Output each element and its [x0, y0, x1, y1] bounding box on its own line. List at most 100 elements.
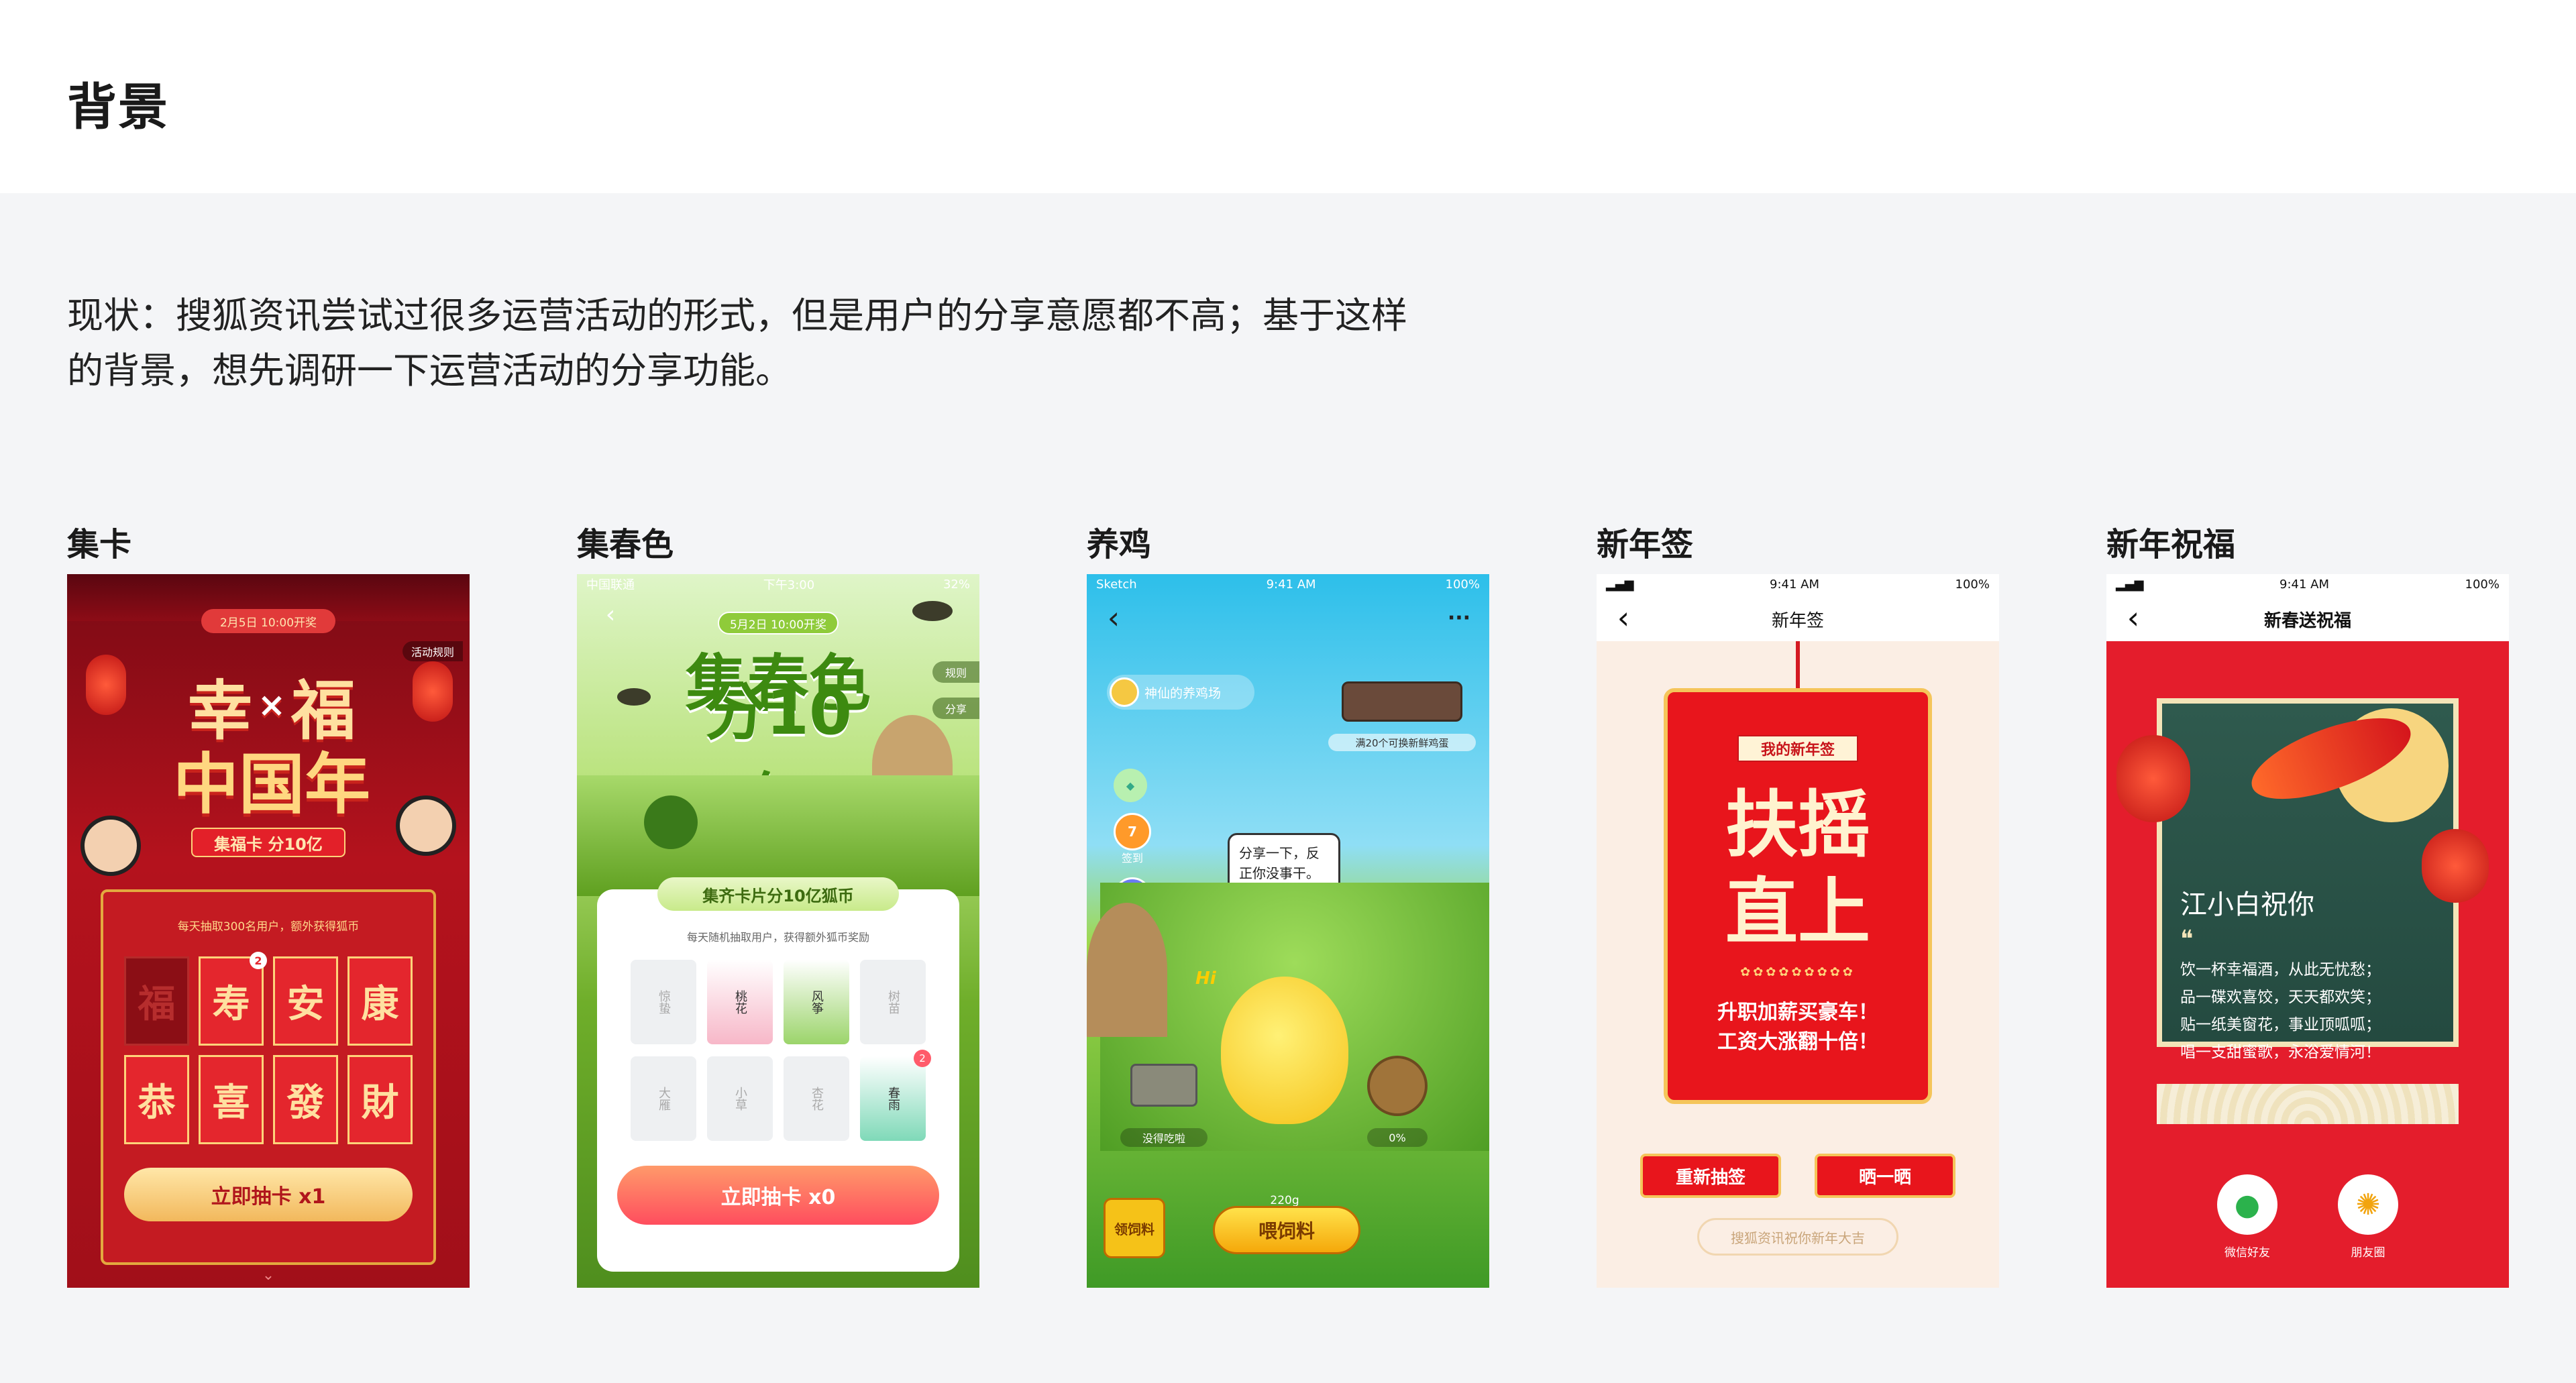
carrier: 中国联通 [586, 578, 635, 592]
card-grid: 福 寿 2 安 康 恭 喜 發 財 [124, 952, 413, 1144]
card-slot[interactable]: 恭 [124, 1055, 189, 1144]
greeting-title: 江小白祝你 [2180, 889, 2314, 920]
card-slot[interactable]: 大雁 [631, 1056, 696, 1141]
swallow-icon [912, 601, 953, 621]
nav-title: 新春送祝福 [2263, 610, 2351, 631]
lantern-left-icon [86, 655, 126, 715]
card-slot[interactable]: 福 [124, 956, 189, 1046]
signin-label: 签到 [1121, 852, 1143, 865]
card-slot[interactable]: 發 [273, 1055, 338, 1144]
card-slot[interactable]: 財 [347, 1055, 413, 1144]
card-slot[interactable]: 小草 [707, 1056, 773, 1141]
description-line-2: 的背景，想先调研一下运营活动的分享功能。 [67, 349, 792, 392]
card-slot[interactable]: 树苗 [860, 960, 926, 1044]
fortune-line-2: 直上 [1725, 870, 1870, 954]
card-slot[interactable]: 康 [347, 956, 413, 1046]
lantern-left-icon [2116, 735, 2190, 822]
redraw-button[interactable]: 重新抽签 [1640, 1154, 1781, 1198]
poem-line: 贴一纸美窗花，事业顶呱呱； [2180, 1016, 2381, 1034]
rules-button[interactable]: 规则 [932, 661, 979, 683]
title-sub: 中国年 [172, 746, 370, 823]
chicken-icon[interactable] [1221, 977, 1348, 1124]
column-label-xinniangqian: 新年签 [1597, 526, 1694, 563]
signal-icon: ▂▄▆ [2116, 577, 2144, 592]
feed-bowl-icon[interactable] [1130, 1064, 1197, 1107]
back-icon[interactable]: ‹ [597, 601, 624, 628]
draw-card-button[interactable]: 立即抽卡 x1 [124, 1168, 413, 1221]
swallow-icon [617, 688, 651, 706]
poem-line: 唱一支甜蜜歌，永浴爱情河！ [2180, 1044, 2381, 1061]
card-slot[interactable]: 寿 2 [199, 952, 267, 1046]
hanging-string [1796, 641, 1800, 695]
card-slot[interactable]: 春雨 2 [860, 1050, 931, 1141]
card-badge: 2 [914, 1050, 931, 1067]
card-slot[interactable]: 喜 [199, 1055, 264, 1144]
egg-tray-label: 满20个可换新鲜鸡蛋 [1328, 734, 1476, 751]
moments-icon[interactable]: ✺ [2338, 1174, 2398, 1235]
battery: 32% [943, 577, 970, 592]
description: 现状：搜狐资讯尝试过很多运营活动的形式，但是用户的分享意愿都不高；基于这样 的背… [67, 288, 1543, 398]
fortune-tag: 我的新年签 [1737, 735, 1858, 762]
farm-name: 神仙的养鸡场 [1144, 685, 1222, 701]
share-moments-label: 朋友圈 [2351, 1246, 2385, 1260]
hut-icon [1087, 903, 1167, 1037]
back-icon[interactable]: ‹ [1610, 600, 1637, 636]
signin-icon[interactable]: 7 [1114, 813, 1151, 850]
date-tag: 2月5日 10:00开奖 [201, 609, 335, 633]
poem: 饮一杯幸福酒，从此无忧愁； 品一碟欢喜饺，天天都欢笑； 贴一纸美窗花，事业顶呱呱… [2180, 956, 2449, 1066]
fortune-desc-2: 工资大涨翻十倍！ [1717, 1030, 1878, 1054]
lantern-right-icon [2422, 829, 2489, 903]
card-text: 寿 [212, 983, 250, 1026]
notice: 每天抽取300名用户，额外获得狐币 [177, 920, 360, 934]
card-slot[interactable]: 杏花 [784, 1056, 849, 1141]
hi-label: Hi [1195, 969, 1216, 989]
status-time: 9:41 AM [1770, 577, 1820, 592]
more-icon[interactable]: ··· [1442, 604, 1476, 631]
cloud-pattern [2157, 1084, 2459, 1124]
food-label: 没得吃啦 [1120, 1128, 1208, 1147]
status-time: 下午3:00 [763, 578, 815, 592]
farm-name-pill[interactable]: 神仙的养鸡场 [1107, 675, 1254, 710]
nest-icon[interactable] [1367, 1056, 1428, 1116]
quote-icon: ❝ [2180, 926, 2194, 953]
card-slot[interactable]: 惊蛰 [631, 960, 696, 1044]
phone-jika: 2月5日 10:00开奖 活动规则 幸 × 福 中国年 集福卡 分10亿 每天抽… [67, 574, 470, 1288]
status-time: 9:41 AM [2279, 577, 2330, 592]
column-label-jichunse: 集春色 [577, 526, 674, 563]
nav-title: 新年签 [1771, 610, 1824, 631]
page-title: 背景 [67, 78, 169, 136]
egg-percent: 0% [1367, 1128, 1428, 1147]
diamond-icon[interactable]: ◆ [1114, 769, 1147, 802]
card-slot[interactable]: 风筝 [784, 960, 849, 1044]
fortune-desc-1: 升职加薪买豪车！ [1717, 1001, 1878, 1024]
column-label-xinnianzhufu: 新年祝福 [2106, 526, 2236, 563]
card-slot[interactable]: 安 [273, 956, 338, 1046]
footer-text: 搜狐资讯祝你新年大吉 [1697, 1218, 1898, 1256]
get-feed-button[interactable]: 领饲料 [1104, 1198, 1165, 1258]
battery: 100% [2465, 577, 2500, 592]
egg-tray-icon[interactable] [1342, 681, 1462, 722]
share-button[interactable]: 分享 [932, 698, 979, 719]
kid-left-icon [80, 816, 141, 876]
back-icon[interactable]: ‹ [2120, 600, 2147, 636]
chevron-down-icon[interactable]: ⌄ [255, 1265, 282, 1285]
back-icon[interactable]: ‹ [1100, 600, 1127, 636]
draw-card-button[interactable]: 立即抽卡 x0 [617, 1166, 939, 1225]
share-wechat-label: 微信好友 [2224, 1246, 2270, 1260]
description-line-1: 现状：搜狐资讯尝试过很多运营活动的形式，但是用户的分享意愿都不高；基于这样 [67, 294, 1407, 337]
lantern-right-icon [413, 661, 453, 722]
battery: 100% [1955, 577, 1990, 592]
rules-button[interactable]: 活动规则 [402, 641, 463, 661]
wechat-icon[interactable]: ● [2217, 1174, 2277, 1235]
carrier: Sketch [1096, 577, 1137, 592]
poem-line: 品一碟欢喜饺，天天都欢笑； [2180, 989, 2381, 1006]
divider: ✿✿✿✿✿✿✿✿✿ [1740, 964, 1856, 979]
page-header: 背景 [0, 0, 2576, 193]
feed-button[interactable]: 喂饲料 [1213, 1206, 1360, 1254]
tree-icon [644, 795, 698, 849]
card-slot[interactable]: 桃花 [707, 960, 773, 1044]
notice: 每天随机抽取用户，获得额外狐币奖励 [686, 931, 869, 944]
status-bar: ▂▄▆ 9:41 AM 100% [1597, 574, 1999, 594]
share-button[interactable]: 晒一晒 [1815, 1154, 1955, 1198]
phone-xinniangqian: ▂▄▆ 9:41 AM 100% ‹ 新年签 我的新年签 扶摇 直上 ✿✿✿✿✿… [1597, 574, 1999, 1288]
